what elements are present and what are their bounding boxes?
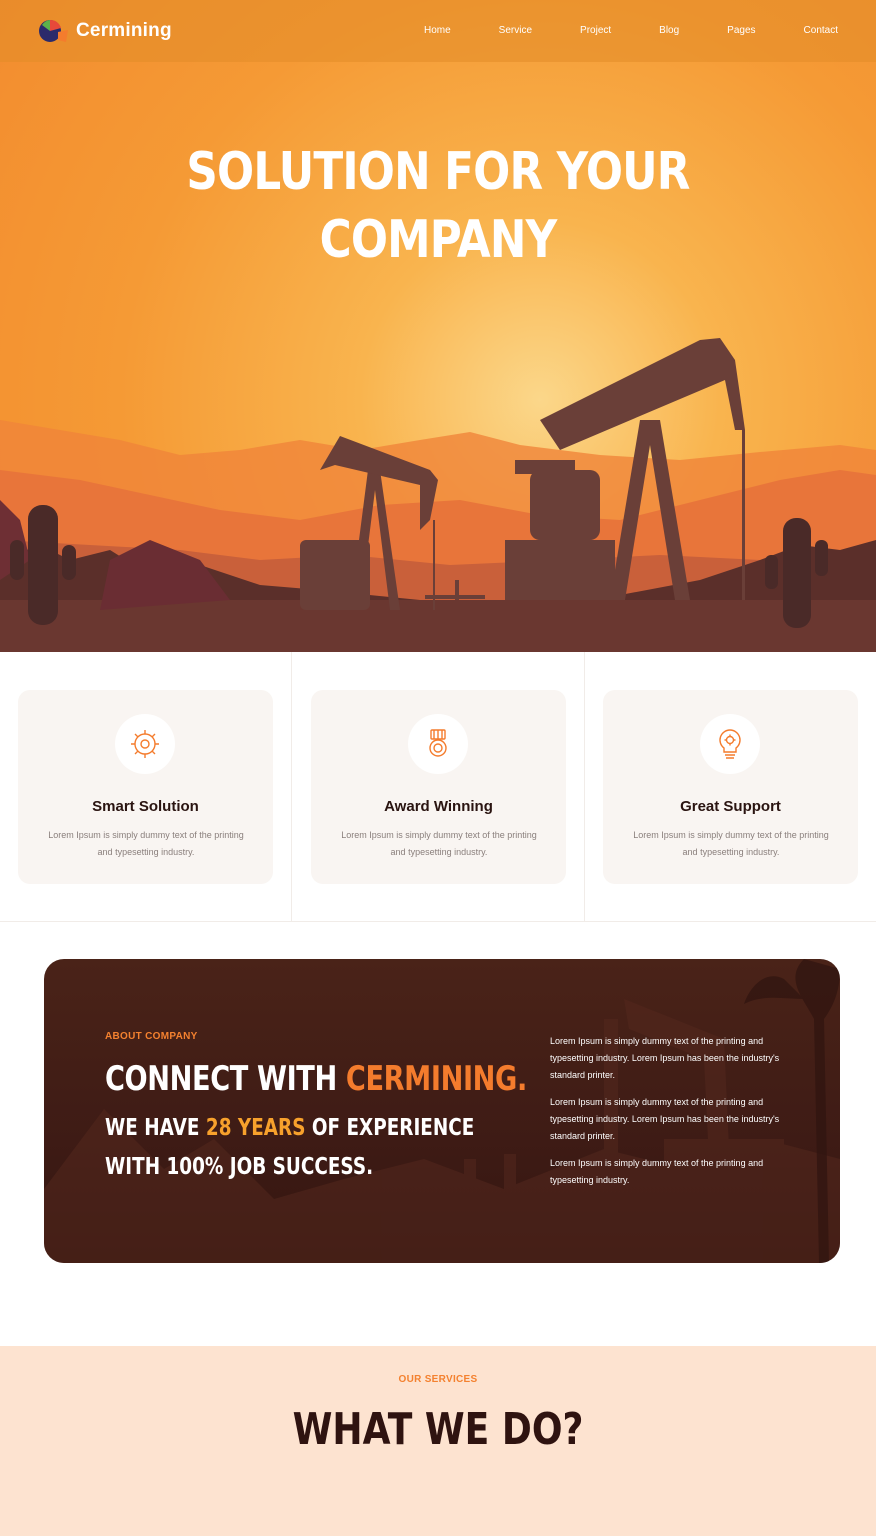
feature-text: Lorem Ipsum is simply dummy text of the … (48, 830, 244, 857)
experience-prefix: WE HAVE (105, 1115, 206, 1141)
about-paragraph: Lorem Ipsum is simply dummy text of the … (550, 1158, 764, 1185)
about-experience-line: WE HAVE 28 YEARS OF EXPERIENCE (105, 1115, 474, 1141)
feature-text: Lorem Ipsum is simply dummy text of the … (341, 830, 537, 857)
brand-name: Cermining (76, 20, 172, 41)
experience-years: 28 YEARS (205, 1115, 306, 1141)
about-success-line: WITH 100% JOB SUCCESS. (105, 1154, 374, 1180)
logo-icon (39, 19, 68, 42)
award-medal-icon (408, 714, 468, 774)
column-divider (291, 652, 292, 922)
nav-project[interactable]: Project (580, 25, 611, 36)
about-paragraph: Lorem Ipsum is simply dummy text of the … (550, 1097, 780, 1141)
about-heading: CONNECT WITH CERMINING. (105, 1059, 527, 1099)
experience-suffix: OF EXPERIENCE (305, 1115, 475, 1141)
lightbulb-gear-icon (700, 714, 760, 774)
hero-title-line1: SOLUTION FOR YOUR (186, 142, 690, 202)
feature-card-smart-solution: Smart Solution Lorem Ipsum is simply dum… (18, 690, 273, 884)
nav-home[interactable]: Home (424, 25, 451, 36)
nav-pages[interactable]: Pages (727, 25, 755, 36)
services-section: OUR SERVICES WHAT WE DO? (0, 1346, 876, 1536)
nav-service[interactable]: Service (499, 25, 532, 36)
hero-title-line2: COMPANY (319, 210, 558, 270)
brand-logo[interactable]: Cermining (38, 16, 172, 46)
feature-title: Smart Solution (92, 798, 199, 815)
feature-title: Great Support (680, 798, 781, 815)
nav-blog[interactable]: Blog (659, 25, 679, 36)
column-divider (584, 652, 585, 922)
top-navbar: Cermining Home Service Project Blog Page… (0, 0, 876, 62)
feature-text: Lorem Ipsum is simply dummy text of the … (633, 830, 829, 857)
feature-card-award-winning: Award Winning Lorem Ipsum is simply dumm… (311, 690, 566, 884)
main-nav: Home Service Project Blog Pages Contact (376, 25, 838, 36)
about-section: ABOUT COMPANY CONNECT WITH CERMINING. WE… (44, 959, 840, 1263)
about-heading-accent: CERMINING. (345, 1059, 527, 1099)
feature-card-great-support: Great Support Lorem Ipsum is simply dumm… (603, 690, 858, 884)
services-eyebrow: OUR SERVICES (398, 1374, 478, 1385)
about-heading-prefix: CONNECT WITH (105, 1059, 346, 1099)
services-title: WHAT WE DO? (292, 1404, 584, 1455)
features-section: Smart Solution Lorem Ipsum is simply dum… (0, 652, 876, 922)
nav-contact[interactable]: Contact (804, 25, 838, 36)
gear-brain-icon (115, 714, 175, 774)
feature-title: Award Winning (384, 798, 493, 815)
about-paragraph: Lorem Ipsum is simply dummy text of the … (550, 1036, 780, 1080)
about-eyebrow: ABOUT COMPANY (105, 1031, 198, 1042)
oil-pump-illustration (0, 338, 876, 652)
hero-title: SOLUTION FOR YOUR COMPANY (70, 138, 806, 274)
hero-section: Cermining Home Service Project Blog Page… (0, 0, 876, 652)
